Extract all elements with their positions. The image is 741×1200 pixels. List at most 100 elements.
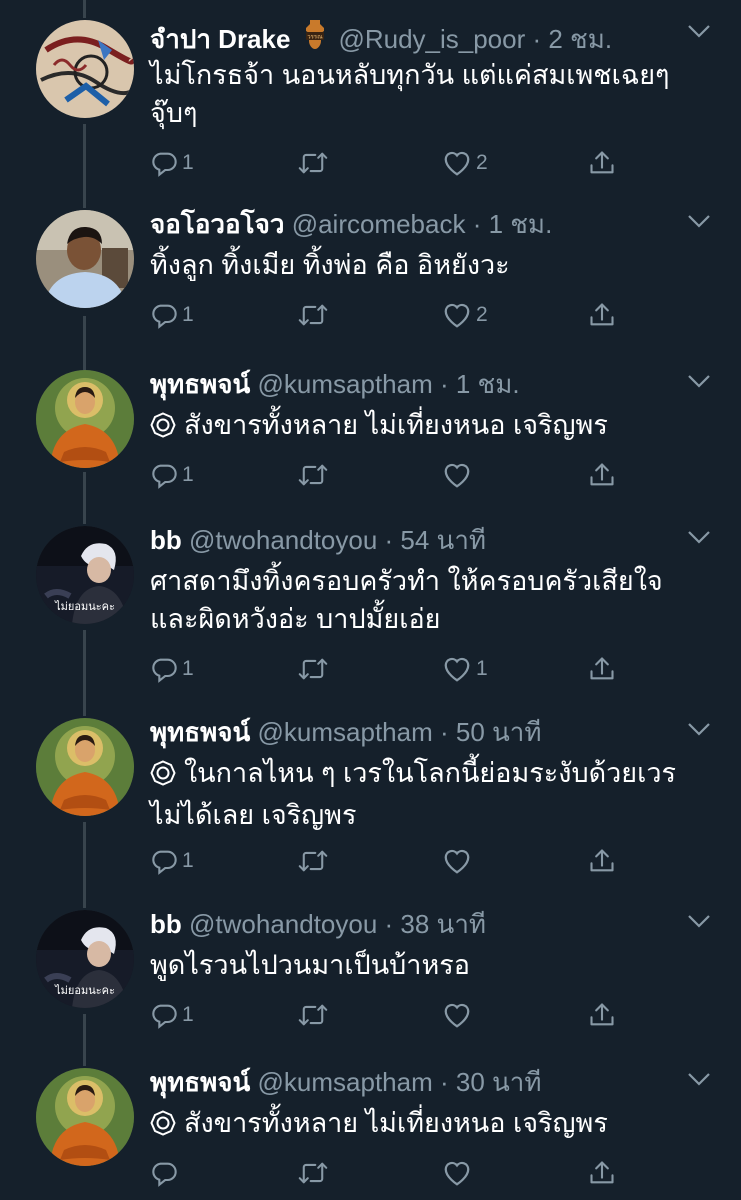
like-count: 2: [476, 151, 488, 174]
retweet-icon: [298, 301, 328, 329]
thread-line: [83, 630, 86, 716]
share-button[interactable]: [588, 998, 616, 1032]
share-button[interactable]: [588, 1156, 616, 1190]
user-handle[interactable]: @Rudy_is_poor: [338, 24, 525, 54]
reply-icon: [150, 1159, 178, 1187]
retweet-icon: [298, 847, 328, 875]
like-count: 2: [476, 303, 488, 326]
user-handle[interactable]: @twohandtoyou: [189, 909, 377, 939]
tweet-text-line: พูดไรวนไปวนมาเป็นบ้าหรอ: [150, 950, 470, 980]
tweet-time[interactable]: 1 ชม.: [456, 369, 520, 399]
reply-button[interactable]: [150, 1156, 182, 1190]
user-handle[interactable]: @kumsaptham: [258, 1067, 433, 1097]
retweet-button[interactable]: [298, 652, 328, 686]
chevron-down-icon[interactable]: [686, 528, 712, 548]
tweet-header: จำปา Drake วรรณ @Rudy_is_poor · 2 ชม.: [150, 18, 612, 59]
reply-button[interactable]: 1: [150, 298, 194, 332]
tweet-time[interactable]: 1 ชม.: [489, 209, 553, 239]
reply-button[interactable]: 1: [150, 998, 194, 1032]
reply-button[interactable]: 1: [150, 844, 194, 878]
reply-button[interactable]: 1: [150, 652, 194, 686]
display-name[interactable]: bb: [150, 525, 182, 555]
like-button[interactable]: [442, 998, 476, 1032]
tweet-text-line: สังขารทั้งหลาย ไม่เที่ยงหนอ เจริญพร: [150, 1104, 608, 1146]
avatar[interactable]: [36, 1068, 134, 1166]
separator-dot: ·: [432, 369, 456, 399]
avatar[interactable]: [36, 20, 134, 118]
tweet-header: จอโอวอโจว @aircomeback · 1 ชม.: [150, 208, 552, 240]
like-button[interactable]: [442, 458, 476, 492]
retweet-button[interactable]: [298, 458, 328, 492]
share-button[interactable]: [588, 146, 616, 180]
like-button[interactable]: [442, 844, 476, 878]
tweet-header: bb @twohandtoyou · 54 นาที: [150, 524, 486, 556]
chevron-down-icon[interactable]: [686, 1070, 712, 1090]
chevron-down-icon[interactable]: [686, 912, 712, 932]
avatar[interactable]: ไม่ยอมนะคะ: [36, 910, 134, 1008]
reply-button[interactable]: 1: [150, 458, 194, 492]
tweet-actions: 1: [150, 998, 630, 1032]
badge-text: วรรณ: [308, 34, 324, 41]
user-handle[interactable]: @kumsaptham: [258, 717, 433, 747]
avatar[interactable]: [36, 210, 134, 308]
like-button[interactable]: 2: [442, 146, 488, 180]
reply-icon: [150, 1001, 178, 1029]
separator-dot: ·: [377, 909, 401, 939]
avatar[interactable]: [36, 718, 134, 816]
reply-icon: [150, 461, 178, 489]
user-handle[interactable]: @twohandtoyou: [189, 525, 377, 555]
like-button[interactable]: [442, 1156, 476, 1190]
heart-icon: [442, 1159, 472, 1187]
tweet-body: ในกาลไหน ๆ เวรในโลกนี้ย่อมระงับด้วยเวร ไม…: [150, 754, 676, 834]
heart-icon: [442, 301, 472, 329]
retweet-button[interactable]: [298, 1156, 328, 1190]
reply-count: 1: [182, 463, 194, 486]
retweet-button[interactable]: [298, 998, 328, 1032]
separator-dot: ·: [432, 1067, 456, 1097]
separator-dot: ·: [525, 24, 549, 54]
user-handle[interactable]: @kumsaptham: [258, 369, 433, 399]
retweet-button[interactable]: [298, 146, 328, 180]
display-name[interactable]: พุทธพจน์: [150, 717, 250, 747]
tweet-text-line: ศาสดามึงทิ้งครอบครัวทำ ให้ครอบครัวเสียใจ: [150, 566, 663, 596]
thread-line: [83, 472, 86, 524]
tweet-text-line: สังขารทั้งหลาย ไม่เที่ยงหนอ เจริญพร: [150, 406, 608, 448]
reply-button[interactable]: 1: [150, 146, 194, 180]
share-button[interactable]: [588, 652, 616, 686]
chevron-down-icon[interactable]: [686, 720, 712, 740]
retweet-icon: [298, 461, 328, 489]
reply-count: 1: [182, 303, 194, 326]
retweet-button[interactable]: [298, 298, 328, 332]
separator-dot: ·: [432, 717, 456, 747]
avatar[interactable]: ไม่ยอมนะคะ: [36, 526, 134, 624]
chevron-down-icon[interactable]: [686, 22, 712, 42]
like-button[interactable]: 2: [442, 298, 488, 332]
display-name[interactable]: bb: [150, 909, 182, 939]
share-button[interactable]: [588, 458, 616, 492]
reply-icon: [150, 847, 178, 875]
share-button[interactable]: [588, 298, 616, 332]
like-button[interactable]: 1: [442, 652, 488, 686]
tweet-time[interactable]: 38 นาที: [400, 909, 486, 939]
retweet-button[interactable]: [298, 844, 328, 878]
tweet-body: พูดไรวนไปวนมาเป็นบ้าหรอ: [150, 946, 470, 984]
avatar[interactable]: [36, 370, 134, 468]
display-name[interactable]: พุทธพจน์: [150, 1067, 250, 1097]
user-handle[interactable]: @aircomeback: [292, 209, 466, 239]
tweet-time[interactable]: 54 นาที: [400, 525, 486, 555]
display-name[interactable]: พุทธพจน์: [150, 369, 250, 399]
share-icon: [588, 461, 616, 489]
tweet-time[interactable]: 2 ชม.: [548, 24, 612, 54]
chevron-down-icon[interactable]: [686, 372, 712, 392]
separator-dot: ·: [465, 209, 489, 239]
display-name[interactable]: จำปา Drake: [150, 24, 290, 54]
share-button[interactable]: [588, 844, 616, 878]
display-name[interactable]: จอโอวอโจว: [150, 209, 284, 239]
tweet-time[interactable]: 50 นาที: [456, 717, 542, 747]
avatar-caption: ไม่ยอมนะคะ: [54, 600, 115, 613]
tweet-time[interactable]: 30 นาที: [456, 1067, 542, 1097]
reply-count: 1: [182, 151, 194, 174]
reply-count: 1: [182, 1003, 194, 1026]
tweet-body: ทิ้งลูก ทิ้งเมีย ทิ้งพ่อ คือ อิหยังวะ: [150, 246, 510, 284]
chevron-down-icon[interactable]: [686, 212, 712, 232]
